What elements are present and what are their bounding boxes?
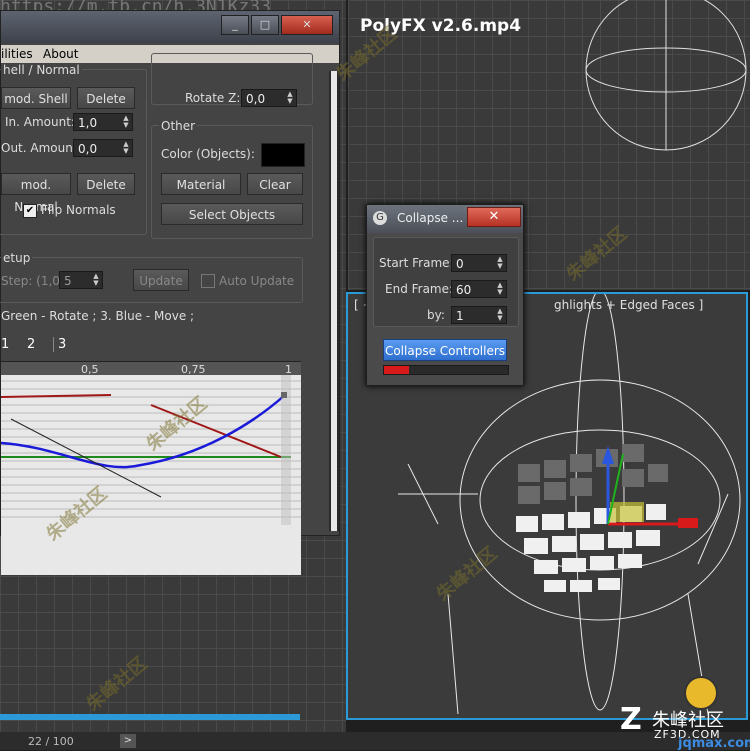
rotate-z-input[interactable]: 0,0 ▲ ▼ bbox=[241, 89, 297, 107]
maximize-button[interactable]: □ bbox=[251, 15, 279, 35]
tab-1[interactable]: 1 bbox=[1, 337, 9, 352]
end-frame-input[interactable]: 60 ▲ ▼ bbox=[451, 280, 507, 298]
collapse-controllers-button[interactable]: Collapse Controllers bbox=[383, 339, 507, 361]
spinner-arrows-icon[interactable]: ▲ ▼ bbox=[285, 91, 295, 105]
collapse-dialog-titlebar[interactable]: G Collapse ... ✕ bbox=[367, 205, 523, 233]
clear-button[interactable]: Clear bbox=[247, 173, 303, 195]
select-objects-button[interactable]: Select Objects bbox=[161, 203, 303, 225]
update-button[interactable]: Update bbox=[133, 269, 189, 291]
start-frame-value: 0 bbox=[456, 257, 464, 271]
spinner-arrows-icon[interactable]: ▲ ▼ bbox=[121, 141, 131, 155]
timeline-arrow-icon[interactable]: > bbox=[120, 734, 136, 748]
step-label: Step: (1,0/ bbox=[1, 274, 64, 288]
collapse-progress-fill bbox=[384, 366, 409, 374]
smiley-icon bbox=[684, 676, 718, 710]
rotate-z-label: Rotate Z: bbox=[185, 91, 241, 105]
out-amount-label: Out. Amount: bbox=[1, 141, 82, 155]
in-amount-label: In. Amount: bbox=[5, 115, 75, 129]
out-amount-value: 0,0 bbox=[78, 142, 98, 156]
curve-editor[interactable] bbox=[0, 375, 301, 575]
auto-update-checkbox[interactable] bbox=[201, 274, 215, 288]
brand-z-icon: Z bbox=[620, 702, 642, 737]
mod-normal-button[interactable]: mod. Normal bbox=[1, 173, 71, 214]
spinner-arrows-icon[interactable]: ▲ ▼ bbox=[121, 115, 131, 129]
flip-normals-checkbox[interactable]: ✔ bbox=[23, 204, 37, 218]
timeline-bar[interactable] bbox=[0, 714, 300, 720]
minimize-button[interactable]: _ bbox=[221, 15, 249, 35]
in-amount-input[interactable]: 1,0 ▲ ▼ bbox=[73, 113, 133, 131]
menu-item-about[interactable]: About bbox=[43, 47, 78, 61]
spinner-arrows-icon[interactable]: ▲ ▼ bbox=[495, 256, 505, 270]
curve-tabs: 1 2 3 bbox=[1, 337, 301, 357]
by-input[interactable]: 1 ▲ ▼ bbox=[451, 306, 507, 324]
end-frame-value: 60 bbox=[456, 283, 472, 297]
flip-normals-label: Flip Normals bbox=[41, 203, 116, 217]
tab-2[interactable]: 2 bbox=[27, 337, 35, 352]
spinner-arrows-icon[interactable]: ▲ ▼ bbox=[495, 308, 505, 322]
color-objects-label: Color (Objects): bbox=[161, 147, 255, 161]
section-shell-normal-label: hell / Normal bbox=[1, 63, 82, 77]
collapse-dialog[interactable]: G Collapse ... ✕ Start Frame: 0 ▲ ▼ End Fr… bbox=[366, 204, 524, 386]
spinner-arrows-icon[interactable]: ▲ ▼ bbox=[495, 282, 505, 296]
polyfx-panel[interactable]: _ □ ✕ ilities About hell / Normal mod. S… bbox=[0, 10, 340, 575]
panel-scrollbar[interactable] bbox=[329, 71, 339, 531]
collapse-dialog-title: Collapse ... bbox=[397, 211, 464, 225]
frame-counter: 22 / 100 bbox=[28, 735, 74, 748]
by-label: by: bbox=[427, 308, 445, 322]
setup-label: etup bbox=[1, 251, 33, 265]
start-frame-label: Start Frame: bbox=[379, 256, 454, 270]
step-value: 5 bbox=[64, 274, 72, 288]
max-logo-icon: G bbox=[373, 211, 387, 225]
mod-shell-button[interactable]: mod. Shell bbox=[1, 87, 71, 109]
by-value: 1 bbox=[456, 309, 464, 323]
spinner-arrows-icon[interactable]: ▲ ▼ bbox=[91, 273, 101, 287]
rotate-z-value: 0,0 bbox=[246, 92, 266, 106]
delete-normal-button[interactable]: Delete bbox=[77, 173, 135, 195]
step-input[interactable]: 5 ▲ ▼ bbox=[59, 271, 103, 289]
brand-site: jqmax.com bbox=[678, 736, 750, 751]
close-button[interactable]: ✕ bbox=[281, 15, 333, 35]
brand-logo: Z 朱峰社区 ZF3D.COM jqmax.com bbox=[620, 676, 750, 751]
color-swatch[interactable] bbox=[261, 143, 305, 167]
auto-update-label: Auto Update bbox=[219, 274, 295, 288]
other-group-label: Other bbox=[159, 119, 198, 133]
scrollbar-thumb[interactable] bbox=[331, 71, 337, 531]
menu-item-utilities[interactable]: ilities bbox=[1, 47, 33, 61]
tab-3[interactable]: 3 bbox=[53, 337, 66, 352]
out-amount-input[interactable]: 0,0 ▲ ▼ bbox=[73, 139, 133, 157]
material-button[interactable]: Material bbox=[161, 173, 241, 195]
collapse-progress-bar bbox=[383, 365, 509, 375]
delete-shell-button[interactable]: Delete bbox=[77, 87, 135, 109]
legend-text: Green - Rotate ; 3. Blue - Move ; bbox=[1, 309, 195, 323]
dialog-close-button[interactable]: ✕ bbox=[467, 207, 521, 227]
panel-titlebar[interactable]: _ □ ✕ bbox=[1, 11, 339, 43]
start-frame-input[interactable]: 0 ▲ ▼ bbox=[451, 254, 507, 272]
end-frame-label: End Frame: bbox=[385, 282, 454, 296]
in-amount-value: 1,0 bbox=[78, 116, 98, 130]
